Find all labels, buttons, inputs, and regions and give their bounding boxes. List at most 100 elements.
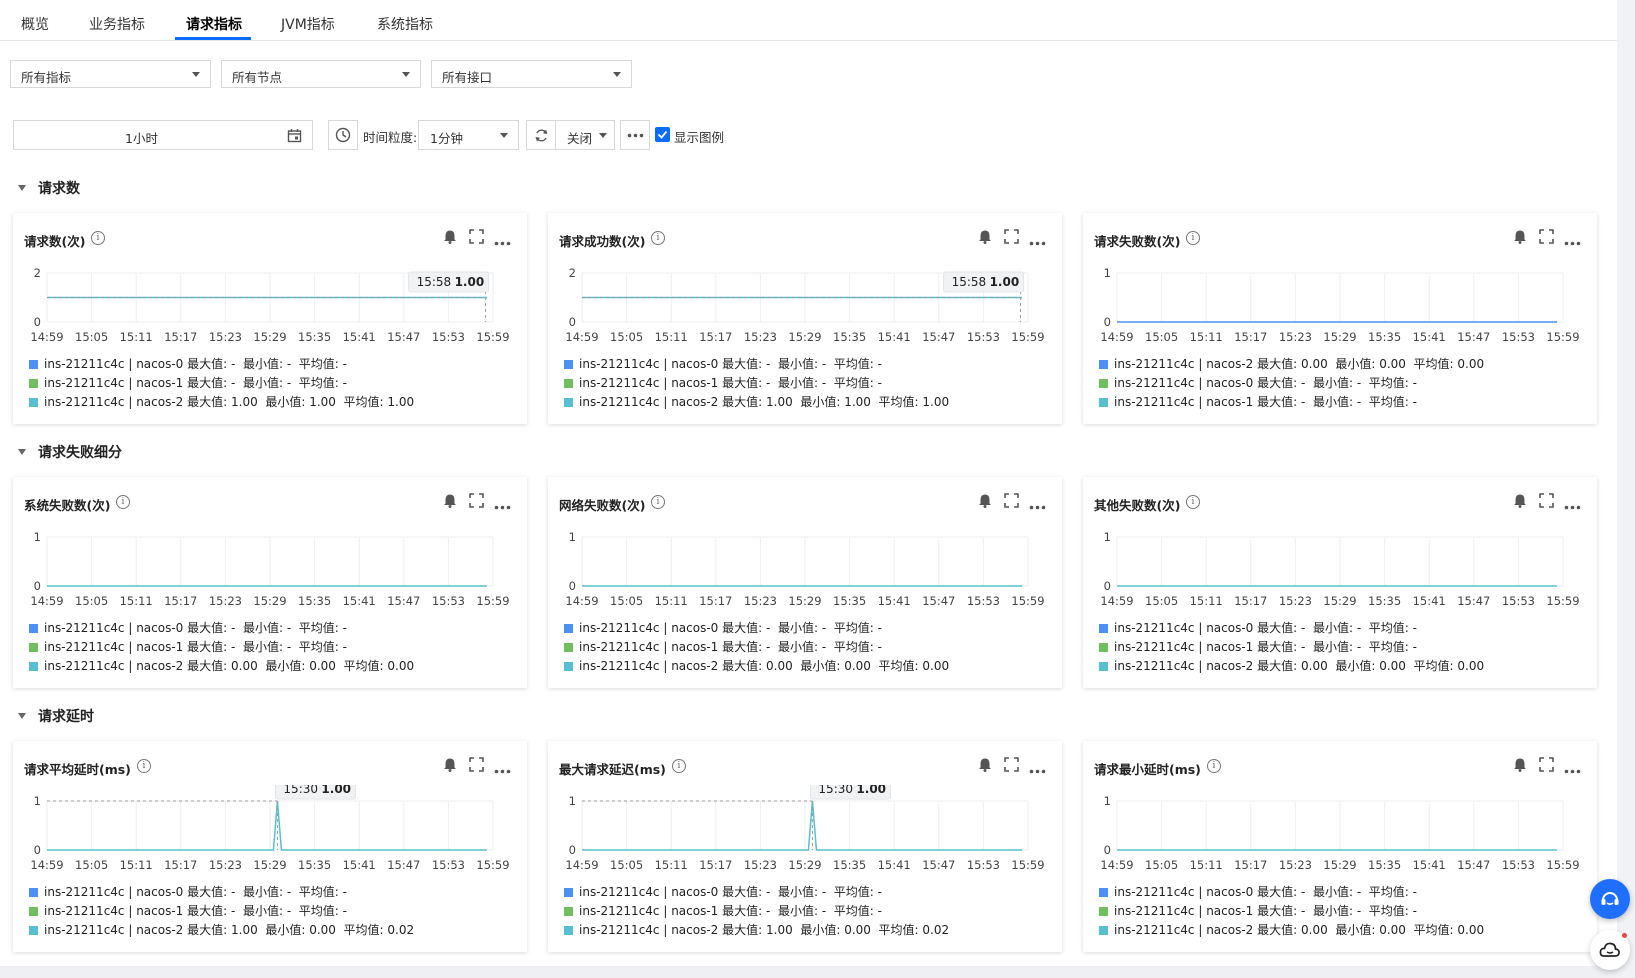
x-tick-label: 15:05 — [75, 330, 108, 344]
api-select[interactable]: 所有接口 — [431, 60, 632, 88]
info-icon[interactable]: i — [1186, 231, 1200, 245]
info-icon[interactable]: i — [672, 759, 686, 773]
more-ellipsis-icon[interactable] — [1564, 499, 1581, 514]
alarm-bell-icon[interactable] — [978, 493, 992, 512]
legend-item[interactable]: ins-21211c4c | nacos-0 最大值: - 最小值: - 平均值… — [1099, 883, 1417, 900]
more-ellipsis-icon[interactable] — [494, 763, 511, 778]
alarm-bell-icon[interactable] — [1513, 493, 1527, 512]
fullscreen-icon[interactable] — [1004, 757, 1019, 776]
legend-item[interactable]: ins-21211c4c | nacos-2 最大值: 0.00 最小值: 0.… — [1099, 657, 1484, 674]
legend-item[interactable]: ins-21211c4c | nacos-1 最大值: - 最小值: - 平均值… — [1099, 638, 1417, 655]
line-chart[interactable]: 14:59 15:05 15:11 15:17 15:23 15:29 15:35 15:41… — [13, 785, 527, 873]
fullscreen-icon[interactable] — [1539, 229, 1554, 248]
x-tick-label: 15:17 — [699, 330, 732, 344]
more-ellipsis-icon[interactable] — [494, 499, 511, 514]
legend-item[interactable]: ins-21211c4c | nacos-0 最大值: - 最小值: - 平均值… — [29, 883, 347, 900]
more-ellipsis-icon[interactable] — [1029, 235, 1046, 250]
legend-item[interactable]: ins-21211c4c | nacos-2 最大值: 0.00 最小值: 0.… — [29, 657, 414, 674]
alarm-bell-icon[interactable] — [443, 757, 457, 776]
legend-item[interactable]: ins-21211c4c | nacos-0 最大值: - 最小值: - 平均值… — [564, 619, 882, 636]
legend-item[interactable]: ins-21211c4c | nacos-2 最大值: 1.00 最小值: 1.… — [29, 393, 414, 410]
legend-item[interactable]: ins-21211c4c | nacos-2 最大值: 0.00 最小值: 0.… — [1099, 355, 1484, 372]
alarm-bell-icon[interactable] — [443, 493, 457, 512]
legend-item[interactable]: ins-21211c4c | nacos-2 最大值: 0.00 最小值: 0.… — [1099, 921, 1484, 938]
line-chart[interactable]: 14:59 15:05 15:11 15:17 15:23 15:29 15:35 15:41… — [1083, 257, 1597, 345]
legend-item[interactable]: ins-21211c4c | nacos-1 最大值: - 最小值: - 平均值… — [564, 638, 882, 655]
time-granularity-clock-button[interactable] — [328, 120, 358, 150]
refresh-button[interactable] — [526, 120, 556, 150]
x-tick-label: 15:11 — [655, 858, 688, 872]
info-icon[interactable]: i — [116, 495, 130, 509]
line-chart[interactable]: 14:59 15:05 15:11 15:17 15:23 15:29 15:35 15:41… — [548, 521, 1062, 609]
info-icon[interactable]: i — [137, 759, 151, 773]
x-tick-label: 15:17 — [699, 594, 732, 608]
alarm-bell-icon[interactable] — [978, 757, 992, 776]
collapse-caret-icon[interactable] — [18, 713, 26, 719]
alarm-bell-icon[interactable] — [1513, 757, 1527, 776]
feedback-button[interactable] — [1590, 930, 1630, 970]
legend-item[interactable]: ins-21211c4c | nacos-0 最大值: - 最小值: - 平均值… — [29, 619, 347, 636]
legend-item[interactable]: ins-21211c4c | nacos-1 最大值: - 最小值: - 平均值… — [564, 374, 882, 391]
granularity-select[interactable]: 1分钟 — [418, 120, 519, 150]
fullscreen-icon[interactable] — [469, 229, 484, 248]
collapse-caret-icon[interactable] — [18, 449, 26, 455]
line-chart[interactable]: 14:59 15:05 15:11 15:17 15:23 15:29 15:35 15:41… — [1083, 785, 1597, 873]
info-icon[interactable]: i — [651, 231, 665, 245]
tab-overview[interactable]: 概览 — [21, 14, 49, 34]
line-chart[interactable]: 14:59 15:05 15:11 15:17 15:23 15:29 15:35 15:41… — [13, 257, 527, 345]
tab-jvm-metrics[interactable]: JVM指标 — [281, 14, 335, 34]
info-icon[interactable]: i — [91, 231, 105, 245]
tooltip-time: 15:58 — [417, 275, 452, 289]
more-ellipsis-icon[interactable] — [1029, 499, 1046, 514]
legend-item[interactable]: ins-21211c4c | nacos-1 最大值: - 最小值: - 平均值… — [1099, 393, 1417, 410]
legend-item[interactable]: ins-21211c4c | nacos-0 最大值: - 最小值: - 平均值… — [564, 355, 882, 372]
legend-item[interactable]: ins-21211c4c | nacos-0 最大值: - 最小值: - 平均值… — [564, 883, 882, 900]
legend-item[interactable]: ins-21211c4c | nacos-1 最大值: - 最小值: - 平均值… — [29, 638, 347, 655]
tab-system-metrics[interactable]: 系统指标 — [377, 14, 433, 34]
collapse-caret-icon[interactable] — [18, 185, 26, 191]
fullscreen-icon[interactable] — [1004, 493, 1019, 512]
fullscreen-icon[interactable] — [1004, 229, 1019, 248]
alarm-bell-icon[interactable] — [1513, 229, 1527, 248]
show-legend-checkbox[interactable] — [655, 127, 670, 142]
auto-refresh-select[interactable]: 关闭 — [555, 120, 615, 150]
legend-item[interactable]: ins-21211c4c | nacos-1 最大值: - 最小值: - 平均值… — [1099, 902, 1417, 919]
node-select[interactable]: 所有节点 — [221, 60, 421, 88]
legend-item[interactable]: ins-21211c4c | nacos-0 最大值: - 最小值: - 平均值… — [29, 355, 347, 372]
y-tick-label: 2 — [34, 266, 41, 280]
legend-item[interactable]: ins-21211c4c | nacos-2 最大值: 0.00 最小值: 0.… — [564, 657, 949, 674]
line-chart[interactable]: 14:59 15:05 15:11 15:17 15:23 15:29 15:35 15:41… — [1083, 521, 1597, 609]
alarm-bell-icon[interactable] — [978, 229, 992, 248]
legend-item[interactable]: ins-21211c4c | nacos-1 最大值: - 最小值: - 平均值… — [29, 902, 347, 919]
legend-item[interactable]: ins-21211c4c | nacos-2 最大值: 1.00 最小值: 0.… — [564, 921, 949, 938]
fullscreen-icon[interactable] — [469, 757, 484, 776]
more-options-button[interactable] — [620, 120, 650, 150]
legend-item[interactable]: ins-21211c4c | nacos-0 最大值: - 最小值: - 平均值… — [1099, 619, 1417, 636]
scrollbar-track[interactable] — [1617, 0, 1635, 978]
tab-request-metrics[interactable]: 请求指标 — [186, 14, 242, 34]
more-ellipsis-icon[interactable] — [1564, 763, 1581, 778]
fullscreen-icon[interactable] — [1539, 757, 1554, 776]
checkmark-icon — [657, 130, 668, 139]
legend-item[interactable]: ins-21211c4c | nacos-2 最大值: 1.00 最小值: 0.… — [29, 921, 414, 938]
line-chart[interactable]: 14:59 15:05 15:11 15:17 15:23 15:29 15:35 15:41… — [548, 785, 1062, 873]
tab-business-metrics[interactable]: 业务指标 — [89, 14, 145, 34]
fullscreen-icon[interactable] — [1539, 493, 1554, 512]
legend-item[interactable]: ins-21211c4c | nacos-1 最大值: - 最小值: - 平均值… — [564, 902, 882, 919]
info-icon[interactable]: i — [1207, 759, 1221, 773]
time-range-picker[interactable]: 1小时 — [13, 120, 313, 150]
line-chart[interactable]: 14:59 15:05 15:11 15:17 15:23 15:29 15:35 15:41… — [13, 521, 527, 609]
fullscreen-icon[interactable] — [469, 493, 484, 512]
more-ellipsis-icon[interactable] — [1564, 235, 1581, 250]
legend-item[interactable]: ins-21211c4c | nacos-1 最大值: - 最小值: - 平均值… — [29, 374, 347, 391]
info-icon[interactable]: i — [1186, 495, 1200, 509]
info-icon[interactable]: i — [651, 495, 665, 509]
legend-item[interactable]: ins-21211c4c | nacos-2 最大值: 1.00 最小值: 1.… — [564, 393, 949, 410]
customer-service-button[interactable] — [1590, 879, 1630, 919]
line-chart[interactable]: 14:59 15:05 15:11 15:17 15:23 15:29 15:35 15:41… — [548, 257, 1062, 345]
more-ellipsis-icon[interactable] — [1029, 763, 1046, 778]
legend-item[interactable]: ins-21211c4c | nacos-0 最大值: - 最小值: - 平均值… — [1099, 374, 1417, 391]
metric-select[interactable]: 所有指标 — [10, 60, 211, 88]
more-ellipsis-icon[interactable] — [494, 235, 511, 250]
alarm-bell-icon[interactable] — [443, 229, 457, 248]
